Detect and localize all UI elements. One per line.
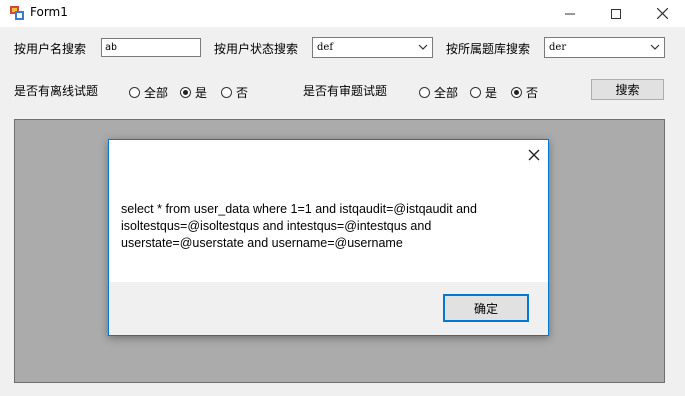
library-label: 按所属题库搜索 bbox=[446, 42, 531, 56]
dialog-message-line: userstate=@userstate and username=@usern… bbox=[121, 236, 403, 250]
radio-circle-checked bbox=[180, 87, 191, 98]
radio-circle bbox=[419, 87, 430, 98]
offline-label: 是否有离线试题 bbox=[14, 84, 99, 98]
audit-radio-all[interactable]: 全部 bbox=[419, 84, 458, 101]
radio-circle bbox=[129, 87, 140, 98]
audit-radio-no[interactable]: 否 bbox=[511, 84, 538, 101]
maximize-button[interactable] bbox=[593, 0, 639, 27]
radio-circle bbox=[221, 87, 232, 98]
chevron-down-icon bbox=[418, 44, 428, 50]
close-icon bbox=[656, 8, 668, 19]
username-label: 按用户名搜索 bbox=[14, 42, 87, 56]
close-button[interactable] bbox=[639, 0, 685, 27]
radio-circle-checked bbox=[511, 87, 522, 98]
userstate-combobox[interactable]: def bbox=[312, 37, 433, 58]
minimize-button[interactable] bbox=[547, 0, 593, 27]
username-input[interactable]: ab bbox=[101, 38, 201, 57]
userstate-value: def bbox=[317, 42, 334, 53]
form-app-icon bbox=[10, 6, 24, 20]
radio-circle bbox=[470, 87, 481, 98]
dialog-message-line: select * from user_data where 1=1 and is… bbox=[121, 202, 477, 216]
radio-label: 否 bbox=[236, 86, 249, 100]
window-title: Form1 bbox=[30, 5, 68, 19]
ok-button[interactable]: 确定 bbox=[443, 294, 529, 322]
dialog-message: select * from user_data where 1=1 and is… bbox=[121, 201, 531, 252]
radio-label: 是 bbox=[485, 86, 498, 100]
radio-label: 否 bbox=[526, 86, 539, 100]
offline-radio-no[interactable]: 否 bbox=[221, 84, 248, 101]
search-button[interactable]: 搜索 bbox=[591, 79, 664, 100]
title-bar: Form1 bbox=[0, 0, 685, 27]
library-value: der bbox=[549, 42, 567, 53]
offline-radio-yes[interactable]: 是 bbox=[180, 84, 207, 101]
minimize-icon bbox=[565, 13, 575, 14]
userstate-label: 按用户状态搜索 bbox=[214, 42, 299, 56]
dialog-message-line: isoltestqus=@isoltestqus and intestqus=@… bbox=[121, 219, 432, 233]
maximize-icon bbox=[611, 8, 621, 19]
radio-label: 是 bbox=[195, 86, 208, 100]
message-dialog: select * from user_data where 1=1 and is… bbox=[108, 139, 549, 336]
audit-radio-yes[interactable]: 是 bbox=[470, 84, 497, 101]
library-combobox[interactable]: der bbox=[544, 37, 665, 58]
offline-radio-all[interactable]: 全部 bbox=[129, 84, 168, 101]
audit-label: 是否有审题试题 bbox=[303, 84, 388, 98]
chevron-down-icon bbox=[650, 44, 660, 50]
radio-label: 全部 bbox=[434, 86, 459, 100]
radio-label: 全部 bbox=[144, 86, 169, 100]
dialog-close-icon[interactable] bbox=[527, 148, 541, 162]
